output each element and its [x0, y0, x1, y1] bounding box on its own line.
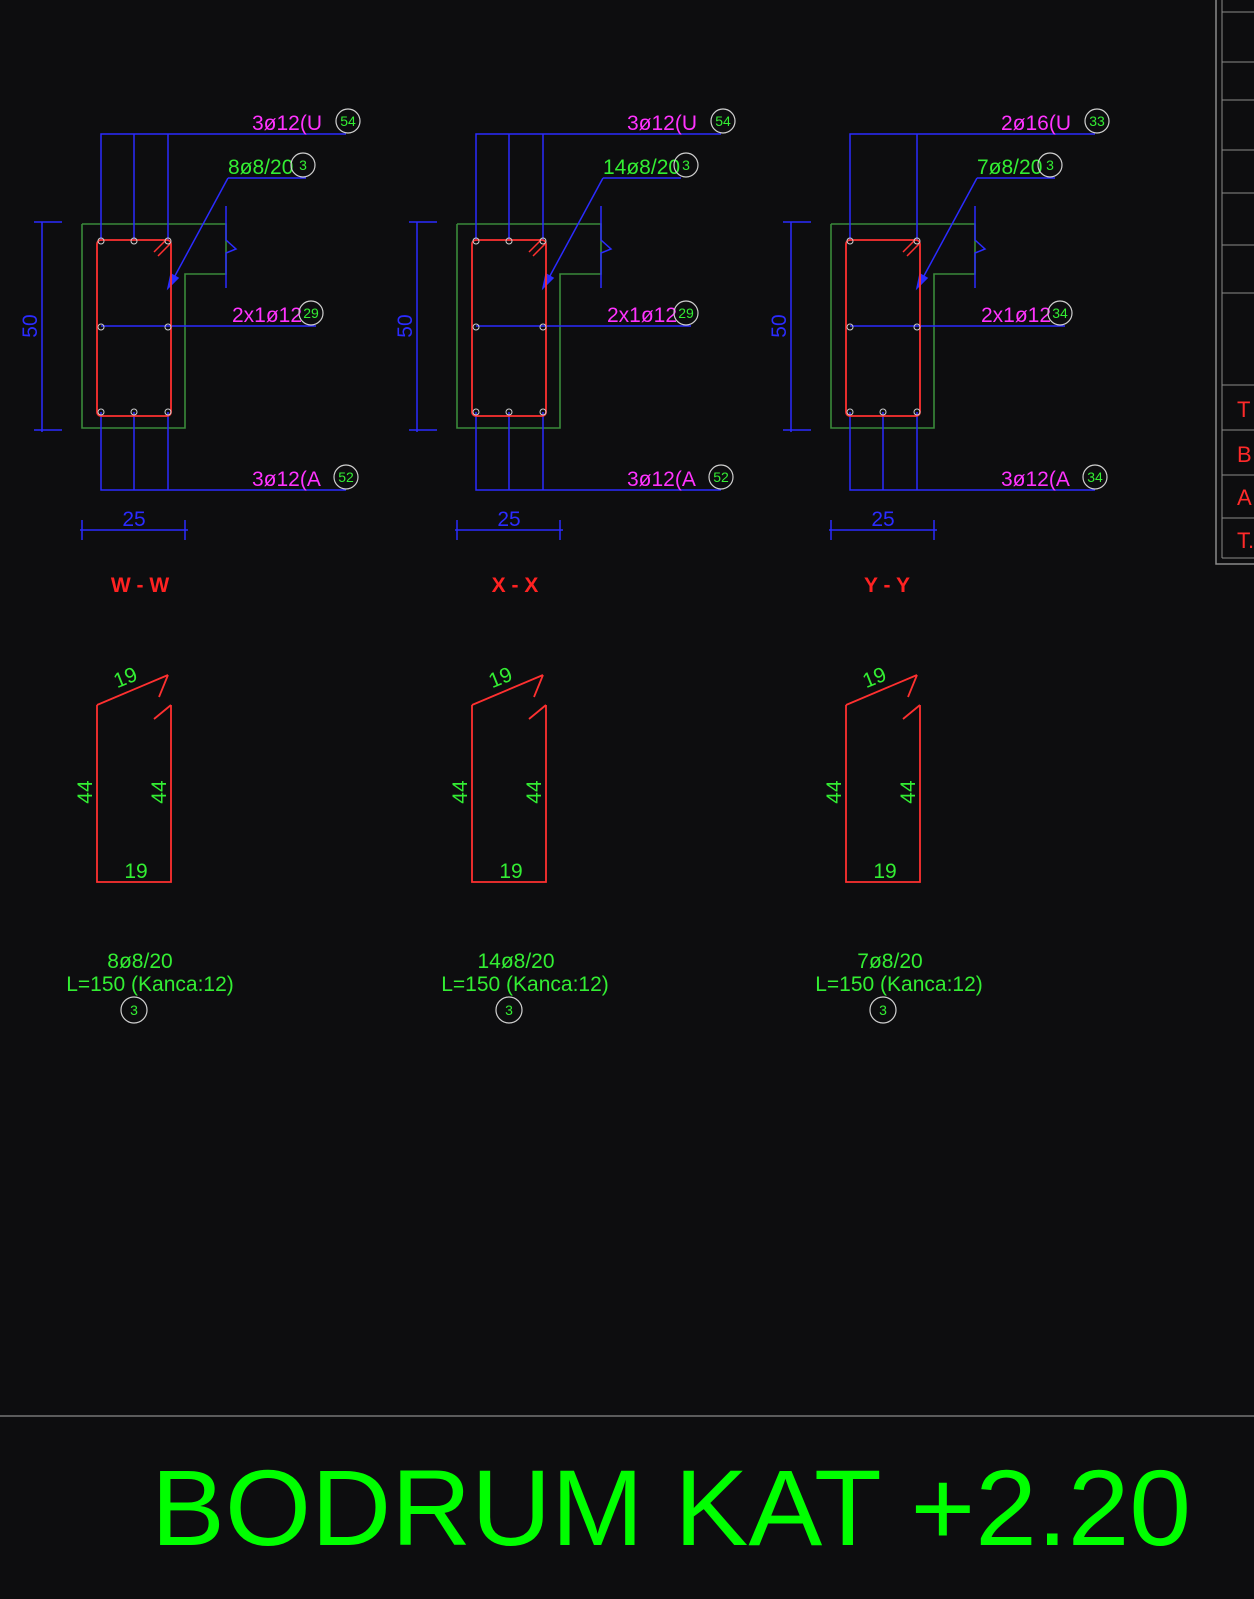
stirrup-mark: 3 [1046, 157, 1054, 173]
bottom-bar-label: 3ø12(A [252, 468, 321, 491]
bottom-bar-mark: 52 [713, 469, 729, 485]
height-dimension: 50 [768, 314, 791, 337]
note-count: 8ø8/20 [107, 950, 172, 973]
stirrup-label: 14ø8/20 [603, 156, 680, 179]
stirrup-label: 8ø8/20 [228, 156, 293, 179]
bottom-bar-mark: 34 [1087, 469, 1103, 485]
side-bar-label: 2x1ø12 [232, 304, 302, 327]
stirrup-shape [96, 674, 172, 883]
section-x-x: 3ø12(U 54 14ø8/20 3 2x1ø12 29 3ø12(A 52 … [394, 108, 736, 1024]
section-name: X - X [492, 574, 539, 597]
stirrup-shape [471, 674, 547, 883]
bottom-bar-label: 3ø12(A [627, 468, 696, 491]
top-bar-label: 3ø12(U [252, 112, 322, 135]
note-length: L=150 (Kanca:12) [815, 973, 983, 996]
dimension-lines [783, 221, 937, 540]
note-mark: 3 [130, 1002, 138, 1018]
stirrup-mark: 3 [299, 157, 307, 173]
note-length: L=150 (Kanca:12) [441, 973, 609, 996]
dimension-lines [409, 221, 563, 540]
stirrup-label: 7ø8/20 [977, 156, 1042, 179]
shape-bottom-dim: 19 [124, 860, 147, 883]
side-bar-mark: 29 [303, 305, 319, 321]
top-bar-mark: 33 [1089, 113, 1105, 129]
top-bar-mark: 54 [340, 113, 356, 129]
side-table-label: T. [1237, 528, 1254, 553]
section-name: Y - Y [864, 574, 910, 597]
stirrup-mark: 3 [682, 157, 690, 173]
top-bar-label: 2ø16(U [1001, 112, 1071, 135]
section-y-y: 2ø16(U 33 7ø8/20 3 2x1ø12 34 3ø12(A 34 5… [768, 108, 1110, 1024]
top-bar-label: 3ø12(U [627, 112, 697, 135]
width-dimension: 25 [122, 508, 145, 531]
shape-right-dim: 44 [148, 780, 171, 804]
note-count: 7ø8/20 [857, 950, 922, 973]
footer-title: BODRUM KAT +2.20 [151, 1447, 1191, 1568]
bottom-bar-label: 3ø12(A [1001, 468, 1070, 491]
top-bar-mark: 54 [715, 113, 731, 129]
section-w-w: 3ø12(U 54 8ø8/20 3 2x1ø12 29 3ø12(A 52 5… [19, 108, 361, 1024]
height-dimension: 50 [394, 314, 417, 337]
stirrup-shape [845, 674, 921, 883]
side-table-label: A [1237, 485, 1252, 510]
side-table: T B A T. [1215, 0, 1254, 565]
shape-right-dim: 44 [523, 780, 546, 804]
height-dimension: 50 [19, 314, 42, 337]
shape-right-dim: 44 [897, 780, 920, 804]
shape-left-dim: 44 [823, 780, 846, 804]
shape-left-dim: 44 [449, 780, 472, 804]
note-mark: 3 [505, 1002, 513, 1018]
note-count: 14ø8/20 [477, 950, 554, 973]
side-bar-label: 2x1ø12 [607, 304, 677, 327]
stirrup [471, 237, 547, 417]
side-bar-mark: 34 [1052, 305, 1068, 321]
note-length: L=150 (Kanca:12) [66, 973, 234, 996]
shape-bottom-dim: 19 [499, 860, 522, 883]
side-table-label: T [1237, 397, 1250, 422]
bottom-bar-mark: 52 [338, 469, 354, 485]
dimension-lines [34, 221, 188, 540]
stirrup [96, 237, 172, 417]
shape-bottom-dim: 19 [873, 860, 896, 883]
side-bar-label: 2x1ø12 [981, 304, 1051, 327]
drawing-canvas: T B A T. 3ø12(U 54 8ø8/20 3 2x1ø12 29 3ø… [0, 0, 1254, 1568]
width-dimension: 25 [497, 508, 520, 531]
section-name: W - W [111, 574, 169, 597]
width-dimension: 25 [871, 508, 894, 531]
stirrup [845, 237, 921, 417]
note-mark: 3 [879, 1002, 887, 1018]
side-bar-mark: 29 [678, 305, 694, 321]
side-table-label: B [1237, 442, 1252, 467]
shape-left-dim: 44 [74, 780, 97, 804]
